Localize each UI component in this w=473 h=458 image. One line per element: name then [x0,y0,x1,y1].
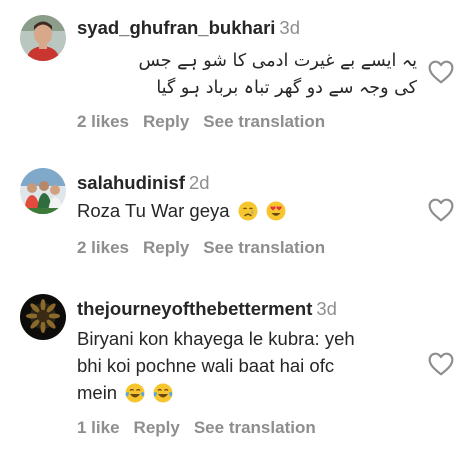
comment-text: Roza Tu War geya [77,197,427,224]
see-translation-button[interactable]: See translation [194,418,316,437]
comment-text: Biryani kon khayega le kubra: yeh bhi ko… [77,325,427,406]
comment-header: syad_ghufran_bukhari 3d [77,16,427,40]
comment-actions: 1 like Reply See translation [77,418,330,438]
avatar-image [20,294,66,340]
username[interactable]: thejourneyofthebetterment [77,298,312,319]
like-heart-icon[interactable] [428,198,454,222]
tears-of-joy-face-icon [153,383,173,403]
avatar[interactable] [20,294,66,340]
avatar[interactable] [20,15,66,61]
likes-count-button[interactable]: 2 likes [77,238,129,257]
username[interactable]: syad_ghufran_bukhari [77,17,275,38]
username[interactable]: salahudinisf [77,172,185,193]
heart-eyes-face-icon [266,201,286,221]
crying-face-icon [238,201,258,221]
like-heart-icon[interactable] [428,60,454,84]
timestamp: 2d [188,172,210,193]
comment-actions: 2 likes Reply See translation [77,112,339,132]
likes-count-button[interactable]: 1 like [77,418,120,437]
avatar-image [20,15,66,61]
tears-of-joy-face-icon [125,383,145,403]
comment-text-line: Biryani kon khayega le kubra: yeh [77,328,355,349]
comment-actions: 2 likes Reply See translation [77,238,339,258]
see-translation-button[interactable]: See translation [203,112,325,131]
comment-header: salahudinisf 2d [77,171,427,195]
comment-text-line: کی وجہ سے دو گھر تباہ برباد ہو گیا [156,78,417,98]
reply-button[interactable]: Reply [134,418,180,437]
like-heart-icon[interactable] [428,352,454,376]
comment-text-line: یہ ایسے بے غیرت ادمی کا شو ہے جس [138,51,417,71]
avatar[interactable] [20,168,66,214]
comment-text-line: mein [77,382,118,403]
comment-text-line: Roza Tu War geya [77,200,230,221]
comment-header: thejourneyofthebetterment 3d [77,297,427,321]
reply-button[interactable]: Reply [143,238,189,257]
reply-button[interactable]: Reply [143,112,189,131]
comment-text: یہ ایسے بے غیرت ادمی کا شو ہے جس کی وجہ … [77,48,417,102]
avatar-image [20,168,66,214]
timestamp: 3d [316,298,337,319]
see-translation-button[interactable]: See translation [203,238,325,257]
likes-count-button[interactable]: 2 likes [77,112,129,131]
comment-text-line: bhi koi pochne wali baat hai ofc [77,355,335,376]
timestamp: 3d [279,17,300,38]
